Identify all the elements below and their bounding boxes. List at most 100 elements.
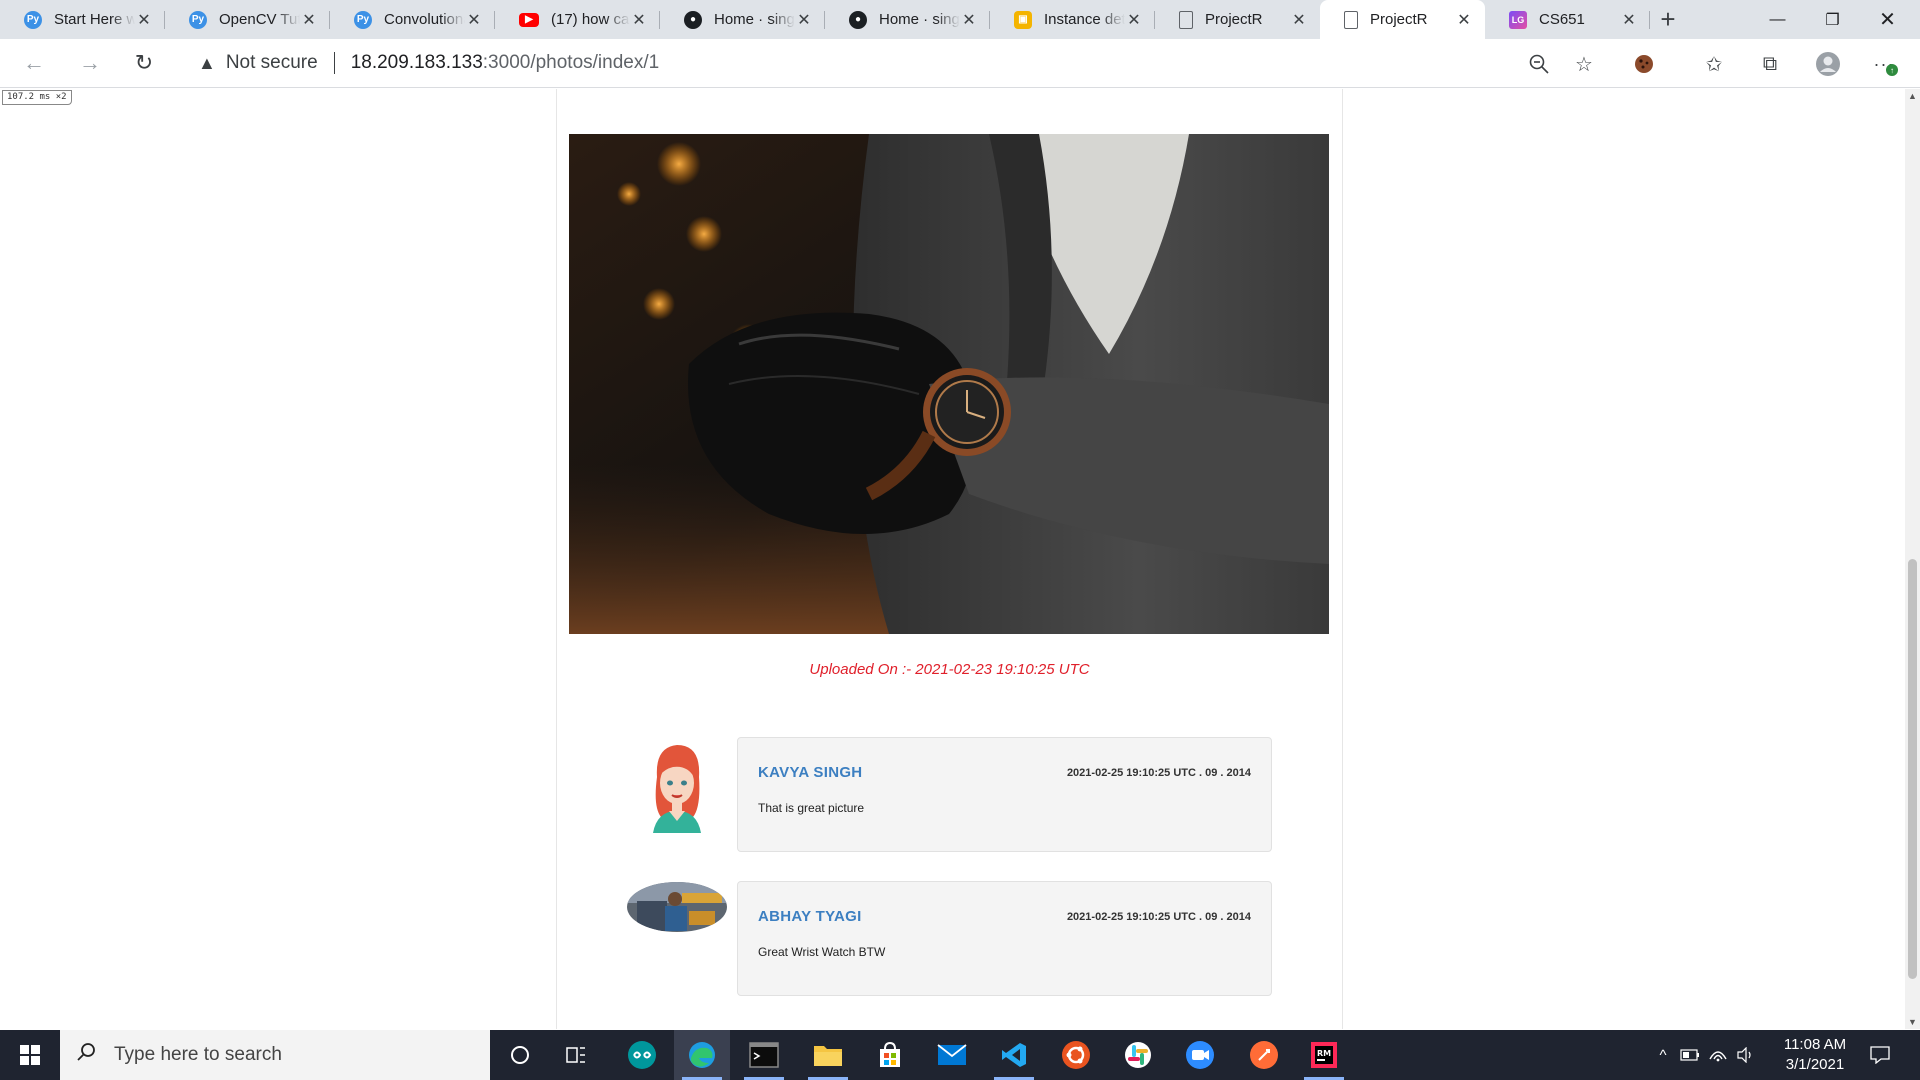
- tab-cs651[interactable]: LG CS651 ✕: [1485, 0, 1650, 39]
- tab-title: Start Here with: [54, 11, 135, 28]
- url-host: 18.209.183.133: [350, 52, 483, 73]
- photo-image: [569, 134, 1329, 634]
- search-icon: [76, 1042, 96, 1068]
- close-window-icon[interactable]: ✕: [1860, 0, 1915, 39]
- page-scrollbar[interactable]: ▲ ▼: [1905, 89, 1920, 1029]
- warning-triangle-icon[interactable]: ▲: [198, 53, 216, 74]
- youtube-icon: ▶: [519, 12, 539, 27]
- clock-time: 11:08 AM: [1783, 1036, 1847, 1053]
- scroll-up-icon[interactable]: ▲: [1908, 91, 1917, 101]
- collections-icon[interactable]: ⧉: [1756, 50, 1784, 78]
- scroll-thumb[interactable]: [1908, 559, 1917, 979]
- store-icon[interactable]: [862, 1030, 918, 1080]
- comment-text: That is great picture: [758, 801, 865, 815]
- minimize-icon[interactable]: —: [1750, 0, 1805, 39]
- tab-title: ProjectR: [1370, 11, 1428, 28]
- tab-projectr-1[interactable]: ProjectR ✕: [1155, 0, 1320, 39]
- profile-avatar-icon[interactable]: [1814, 50, 1842, 78]
- close-icon[interactable]: ✕: [465, 11, 483, 29]
- tab-github-2[interactable]: ● Home · singh ✕: [825, 0, 990, 39]
- battery-icon[interactable]: [1676, 1030, 1704, 1080]
- task-view-icon[interactable]: [548, 1030, 604, 1080]
- tab-title: ProjectR: [1205, 11, 1263, 28]
- taskbar-search-input[interactable]: Type here to search: [60, 1030, 490, 1080]
- settings-menu-icon[interactable]: ··· ↑: [1870, 50, 1898, 78]
- zoom-out-icon[interactable]: [1525, 50, 1553, 78]
- tab-youtube[interactable]: ▶ (17) how can ✕: [495, 0, 660, 39]
- mail-icon[interactable]: [924, 1030, 980, 1080]
- comment-timestamp: 2021-02-25 19:10:25 UTC . 09 . 2014: [1066, 911, 1251, 923]
- wifi-icon[interactable]: [1704, 1030, 1732, 1080]
- tab-title: OpenCV Tutorial: [219, 11, 300, 28]
- rubymine-icon[interactable]: RM: [1296, 1030, 1352, 1080]
- search-placeholder: Type here to search: [114, 1044, 282, 1065]
- page-viewport: 107.2 ms ×2 Uploaded On:- 2021-02-23 19…: [0, 89, 1905, 1029]
- taskbar-clock[interactable]: 11:08 AM 3/1/2021: [1760, 1035, 1870, 1075]
- vscode-icon[interactable]: [986, 1030, 1042, 1080]
- ubuntu-icon[interactable]: [1048, 1030, 1104, 1080]
- aws-icon: ▣: [1014, 10, 1032, 29]
- scroll-down-icon[interactable]: ▼: [1908, 1017, 1917, 1027]
- page-icon: [1344, 10, 1358, 29]
- restore-icon[interactable]: ❐: [1805, 0, 1860, 39]
- upload-timestamp: Uploaded On :- 2021-02-23 19:10:25 UTC: [809, 661, 1090, 678]
- svg-text:RM: RM: [1317, 1049, 1331, 1058]
- notifications-icon[interactable]: [1862, 1030, 1898, 1080]
- tab-title: CS651: [1539, 11, 1585, 28]
- show-hidden-icons[interactable]: ^: [1650, 1030, 1676, 1080]
- lg-icon: LG: [1509, 10, 1527, 29]
- cookie-extension-icon[interactable]: [1630, 50, 1658, 78]
- tab-title: Convolutional: [384, 11, 465, 28]
- tab-start-here[interactable]: Py Start Here with ✕: [0, 0, 165, 39]
- photo-detail-card: Uploaded On :- 2021-02-23 19:10:25 UTC K…: [556, 89, 1343, 1029]
- close-icon[interactable]: ✕: [1620, 11, 1638, 29]
- close-icon[interactable]: ✕: [630, 11, 648, 29]
- close-icon[interactable]: ✕: [1125, 11, 1143, 29]
- url-path: :3000/photos/index/1: [482, 52, 660, 73]
- comment-text: Great Wrist Watch BTW: [758, 945, 886, 959]
- close-icon[interactable]: ✕: [300, 11, 318, 29]
- close-icon[interactable]: ✕: [795, 11, 813, 29]
- github-icon: ●: [849, 10, 867, 29]
- windows-start-icon[interactable]: [0, 1030, 60, 1080]
- terminal-icon[interactable]: [736, 1030, 792, 1080]
- favorites-icon[interactable]: ✩: [1700, 50, 1728, 78]
- close-icon[interactable]: ✕: [135, 11, 153, 29]
- close-icon[interactable]: ✕: [1290, 11, 1308, 29]
- volume-icon[interactable]: [1732, 1030, 1758, 1080]
- forward-icon[interactable]: →: [68, 43, 112, 83]
- tab-opencv[interactable]: Py OpenCV Tutorial ✕: [165, 0, 330, 39]
- zoom-app-icon[interactable]: [1172, 1030, 1228, 1080]
- slack-icon[interactable]: [1110, 1030, 1166, 1080]
- tab-title: Home · singh: [879, 11, 960, 28]
- avatar: [627, 881, 727, 981]
- tab-projectr-active[interactable]: ProjectR ✕: [1320, 0, 1485, 39]
- comment-item: ABHAY TYAGI 2021-02-25 19:10:25 UTC . 09…: [627, 881, 1277, 996]
- python-icon: Py: [24, 10, 42, 29]
- close-icon[interactable]: ✕: [960, 11, 978, 29]
- arduino-icon[interactable]: [614, 1030, 670, 1080]
- refresh-icon[interactable]: ↻: [122, 43, 166, 83]
- tab-github-1[interactable]: ● Home · singh ✕: [660, 0, 825, 39]
- clock-date: 3/1/2021: [1785, 1056, 1845, 1073]
- add-favorite-icon[interactable]: ☆: [1570, 50, 1598, 78]
- postman-icon[interactable]: [1236, 1030, 1292, 1080]
- tab-instance-details[interactable]: ▣ Instance deta ✕: [990, 0, 1155, 39]
- security-label[interactable]: Not secure: [226, 52, 318, 74]
- cortana-icon[interactable]: [492, 1030, 548, 1080]
- tab-title: Home · singh: [714, 11, 795, 28]
- new-tab-button[interactable]: +: [1650, 0, 1686, 39]
- edge-browser-icon[interactable]: [674, 1030, 730, 1080]
- performance-badge: 107.2 ms ×2: [2, 90, 72, 105]
- tab-convolutional[interactable]: Py Convolutional ✕: [330, 0, 495, 39]
- python-icon: Py: [354, 10, 372, 29]
- file-explorer-icon[interactable]: [800, 1030, 856, 1080]
- back-icon[interactable]: ←: [12, 43, 56, 83]
- address-bar[interactable]: ▲ Not secure 18.209.183.133:3000/photos/…: [180, 44, 1610, 82]
- tab-title: (17) how can: [551, 11, 630, 28]
- page-icon: [1179, 10, 1193, 29]
- comment-author[interactable]: ABHAY TYAGI: [758, 908, 862, 925]
- comment-author[interactable]: KAVYA SINGH: [758, 764, 862, 781]
- close-icon[interactable]: ✕: [1455, 11, 1473, 29]
- python-icon: Py: [189, 10, 207, 29]
